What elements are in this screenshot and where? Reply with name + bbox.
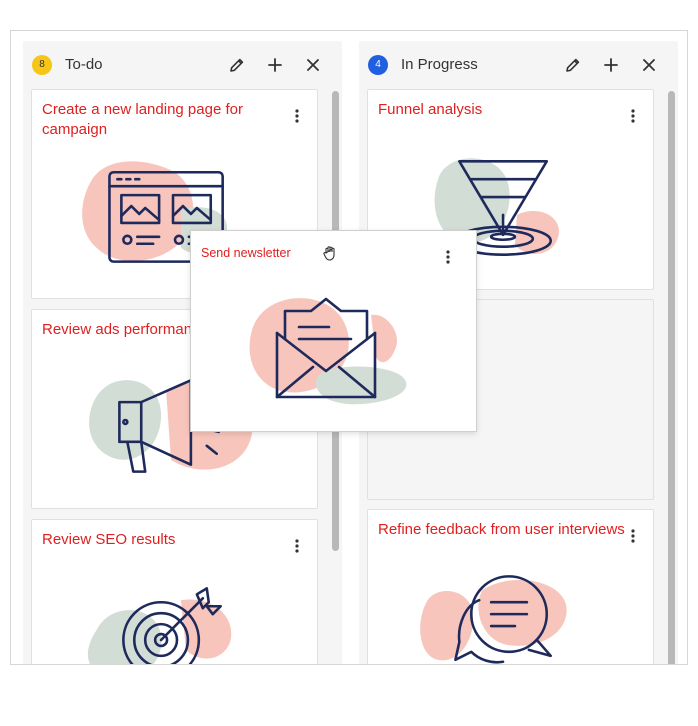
pencil-icon xyxy=(230,58,244,72)
kebab-menu-icon xyxy=(631,109,635,123)
plus-icon xyxy=(268,58,282,72)
scrollbar[interactable] xyxy=(668,91,675,664)
task-card[interactable]: Refine feedback from user interviews xyxy=(367,509,654,664)
column-title: To-do xyxy=(65,56,103,73)
kebab-menu-icon xyxy=(295,109,299,123)
add-card-button[interactable] xyxy=(599,53,623,77)
pencil-icon xyxy=(566,58,580,72)
column-header: 4 In Progress xyxy=(359,41,678,89)
close-column-button[interactable] xyxy=(637,53,661,77)
envelope-illustration xyxy=(249,297,407,405)
dragging-card[interactable]: Send newsletter xyxy=(190,230,477,432)
card-title: Review SEO results xyxy=(42,531,176,548)
card-menu-button[interactable] xyxy=(289,106,305,126)
close-icon xyxy=(643,59,655,71)
card-title: Send newsletter xyxy=(201,246,291,260)
edit-column-button[interactable] xyxy=(561,53,585,77)
close-icon xyxy=(307,59,319,71)
card-title: Refine feedback from user interviews xyxy=(378,521,625,538)
kebab-menu-icon xyxy=(631,529,635,543)
column-header: 8 To-do xyxy=(23,41,342,89)
card-menu-button[interactable] xyxy=(440,247,456,267)
card-menu-button[interactable] xyxy=(289,536,305,556)
kebab-menu-icon xyxy=(295,539,299,553)
kebab-menu-icon xyxy=(446,250,450,264)
card-menu-button[interactable] xyxy=(625,106,641,126)
plus-icon xyxy=(604,58,618,72)
chat-bubbles-illustration xyxy=(420,575,567,664)
card-menu-button[interactable] xyxy=(625,526,641,546)
count-badge: 4 xyxy=(368,55,388,75)
card-title: Funnel analysis xyxy=(378,101,483,118)
add-card-button[interactable] xyxy=(263,53,287,77)
edit-column-button[interactable] xyxy=(225,53,249,77)
close-column-button[interactable] xyxy=(301,53,325,77)
count-badge: 8 xyxy=(32,55,52,75)
card-title: Create a new landing page for campaign xyxy=(42,101,243,138)
task-card[interactable]: Review SEO results xyxy=(31,519,318,664)
grab-hand-icon xyxy=(323,246,335,261)
target-illustration xyxy=(87,587,232,664)
column-title: In Progress xyxy=(401,56,478,73)
